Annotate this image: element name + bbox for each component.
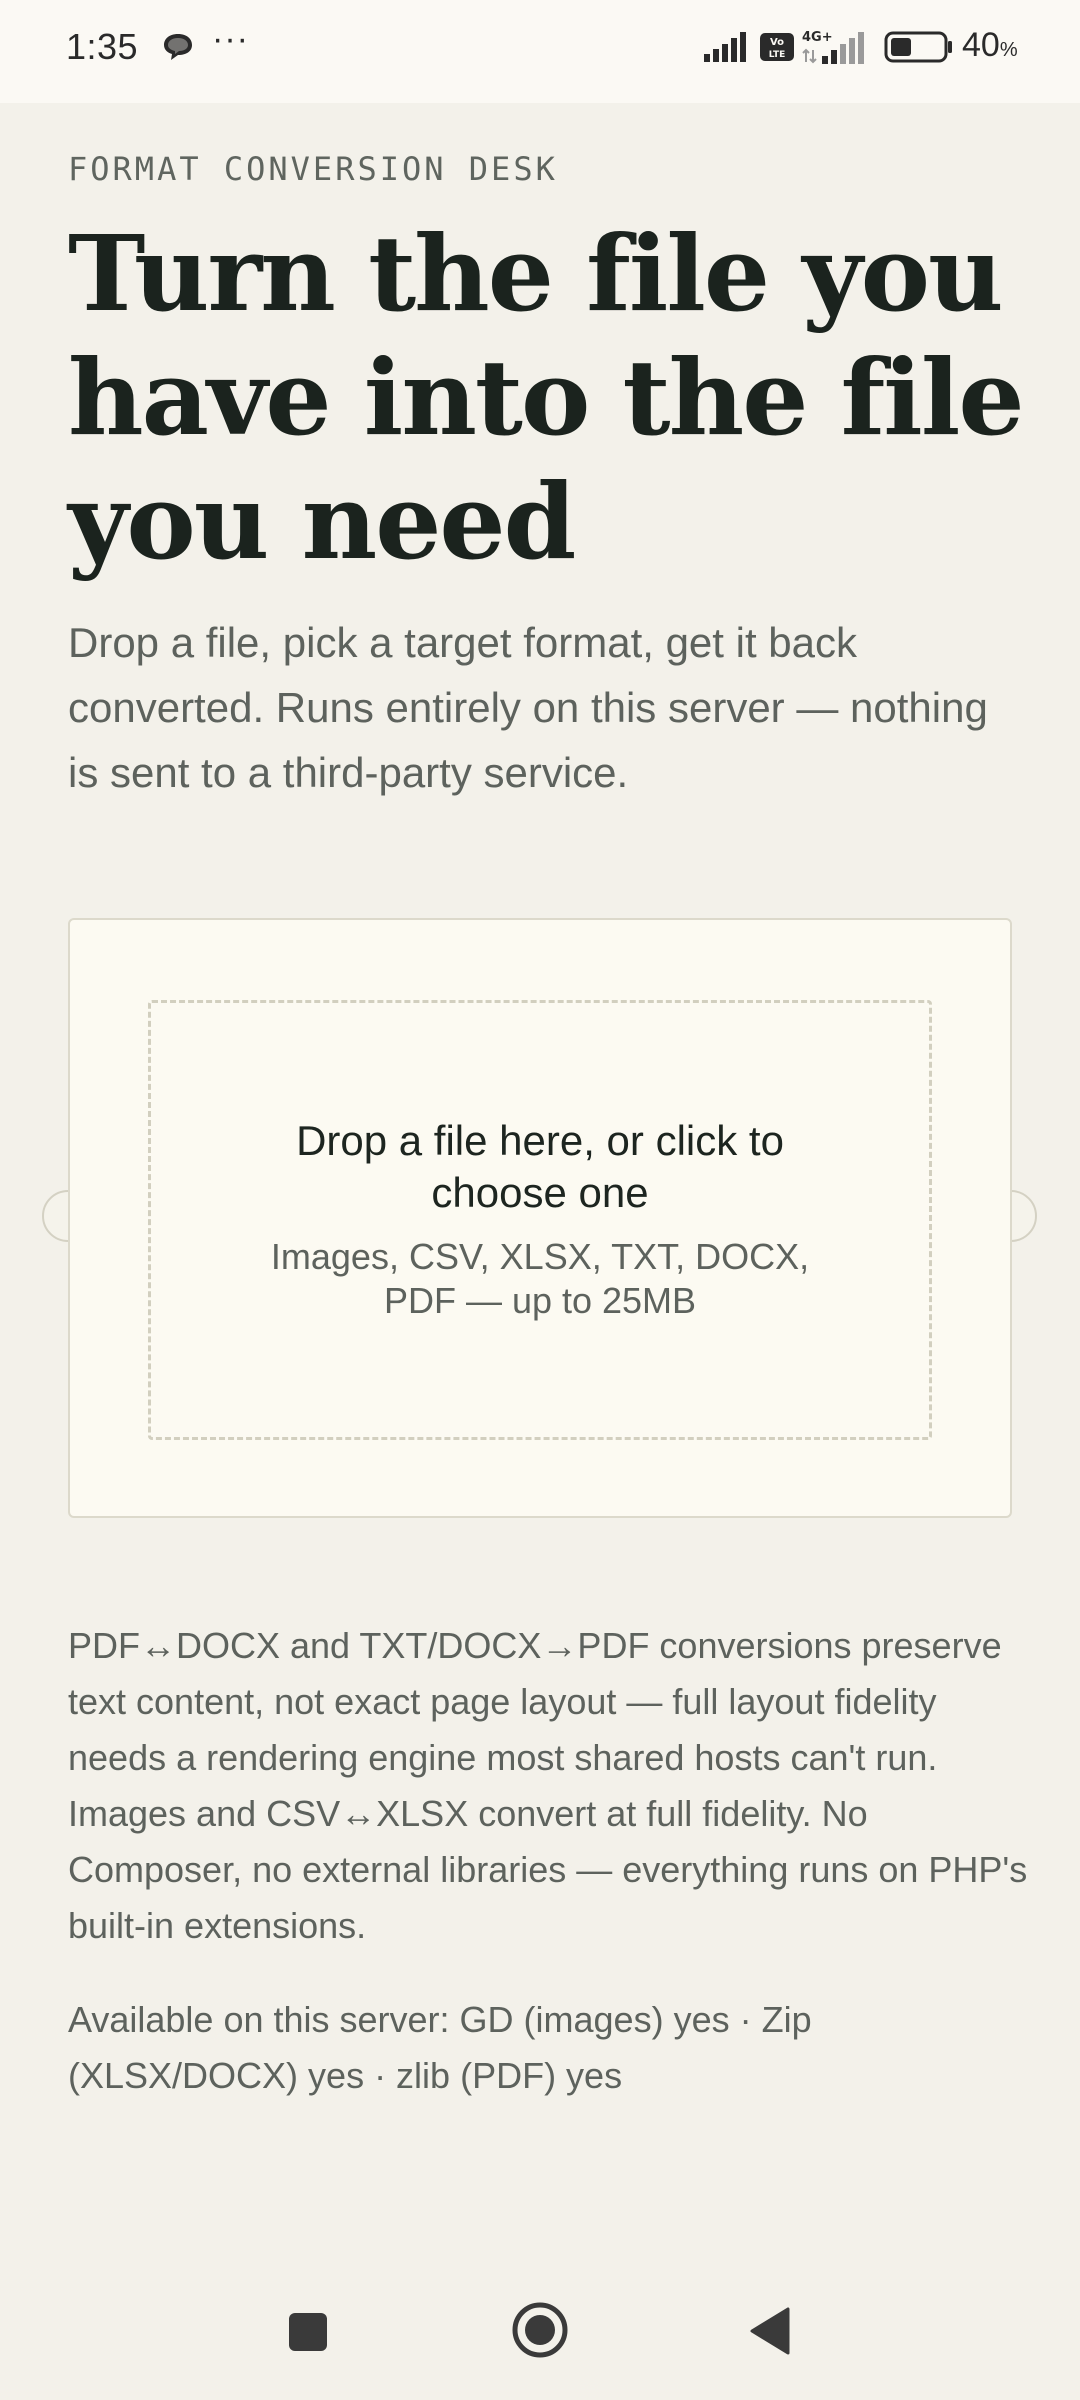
intro-text: Drop a file, pick a target format, get i… — [68, 619, 988, 796]
drop-zone-title: Drop a file here, or click to choose one — [296, 1117, 784, 1216]
eyebrow-label: FORMAT CONVERSION DESK — [68, 150, 558, 188]
back-icon[interactable] — [748, 2306, 792, 2356]
system-nav-bar — [0, 2270, 1080, 2400]
svg-text:LTE: LTE — [769, 50, 786, 60]
conversion-note: PDF↔DOCX and TXT/DOCX→PDF conversions pr… — [68, 1625, 1028, 1946]
file-drop-zone[interactable]: Drop a file here, or click to choose one… — [148, 1000, 932, 1440]
upload-card: Drop a file here, or click to choose one… — [68, 918, 1012, 1518]
svg-text:4G+: 4G+ — [802, 30, 833, 45]
svg-text:Vo: Vo — [770, 37, 784, 48]
drop-zone-formats: Images, CSV, XLSX, TXT, DOCX, PDF — up t… — [270, 1236, 810, 1321]
signal-icon — [704, 32, 746, 62]
chat-bubble-icon — [164, 34, 192, 60]
battery-icon — [884, 31, 952, 63]
4g-signal-icon: 4G+ — [802, 30, 864, 64]
home-icon[interactable] — [510, 2300, 570, 2360]
more-notifications-icon: ··· — [212, 20, 249, 58]
volte-icon: Vo LTE — [760, 33, 794, 61]
battery-percentage: 40% — [962, 26, 1018, 64]
page-title: Turn the file you have into the file you… — [68, 212, 1025, 583]
server-availability: Available on this server: GD (images) ye… — [68, 1999, 812, 2096]
status-bar: 1:35 ··· Vo LTE 4G+ 40% — [0, 0, 1080, 103]
status-time: 1:35 — [66, 26, 139, 67]
recents-icon[interactable] — [286, 2310, 330, 2354]
